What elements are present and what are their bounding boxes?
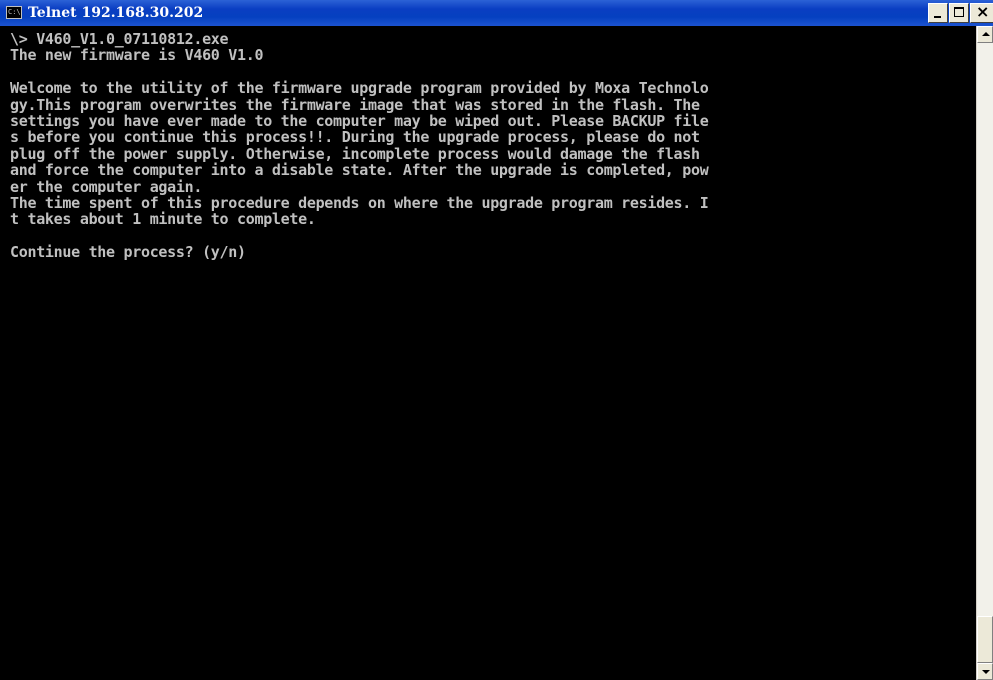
console-line: The time spent of this procedure depends… (10, 193, 709, 212)
console-line: The new firmware is V460 V1.0 (10, 46, 264, 65)
console-prompt: Continue the process? (y/n) (10, 243, 246, 262)
console-line: settings you have ever made to the compu… (10, 111, 709, 130)
scroll-thumb[interactable] (977, 616, 993, 663)
console-line: t takes about 1 minute to complete. (10, 210, 316, 229)
console-line: s before you continue this process!!. Du… (10, 128, 700, 147)
maximize-icon (954, 7, 964, 17)
console-line: and force the computer into a disable st… (10, 161, 709, 180)
console-output[interactable]: \> V460_V1.0_07110812.exe The new firmwa… (0, 26, 976, 680)
arrow-up-icon (982, 32, 990, 36)
minimize-icon (934, 16, 941, 18)
console-line: Welcome to the utility of the firmware u… (10, 79, 709, 98)
console-icon[interactable]: C:\ (6, 6, 22, 19)
close-button[interactable]: × (970, 3, 993, 23)
minimize-button[interactable] (928, 3, 948, 23)
console-line: plug off the power supply. Otherwise, in… (10, 144, 700, 163)
scroll-down-button[interactable] (977, 663, 993, 680)
scroll-up-button[interactable] (977, 26, 993, 43)
console-line: gy.This program overwrites the firmware … (10, 95, 700, 114)
console-line: er the computer again. (10, 177, 203, 196)
telnet-window: C:\ Telnet 192.168.30.202 × \> V460_V1.0… (0, 0, 993, 680)
title-bar[interactable]: C:\ Telnet 192.168.30.202 × (0, 0, 993, 26)
close-icon: × (976, 2, 990, 21)
vertical-scrollbar[interactable] (976, 26, 993, 680)
console-line: \> V460_V1.0_07110812.exe (10, 30, 229, 48)
maximize-button[interactable] (949, 3, 969, 23)
arrow-down-icon (982, 670, 990, 674)
window-title: Telnet 192.168.30.202 (28, 5, 204, 21)
